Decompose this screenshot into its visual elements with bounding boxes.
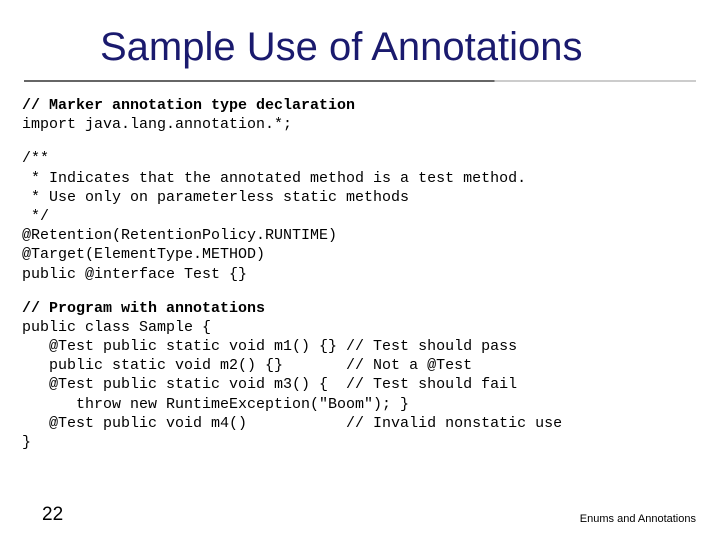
footer-right-text: Enums and Annotations: [580, 513, 696, 525]
code-interface: public @interface Test {}: [22, 265, 698, 284]
code-m1: @Test public static void m1() {} // Test…: [22, 337, 698, 356]
code-retention: @Retention(RetentionPolicy.RUNTIME): [22, 226, 698, 245]
code-m3-throw: throw new RuntimeException("Boom"); }: [22, 395, 698, 414]
code-m3: @Test public static void m3() { // Test …: [22, 375, 698, 394]
code-m2: public static void m2() {} // Not a @Tes…: [22, 356, 698, 375]
code-javadoc-close: */: [22, 207, 698, 226]
code-javadoc-open: /**: [22, 149, 698, 168]
code-javadoc-line1: * Indicates that the annotated method is…: [22, 169, 698, 188]
code-target: @Target(ElementType.METHOD): [22, 245, 698, 264]
code-class-open: public class Sample {: [22, 318, 698, 337]
slide-title: Sample Use of Annotations: [0, 0, 720, 80]
code-comment-program: // Program with annotations: [22, 299, 698, 318]
code-javadoc-line2: * Use only on parameterless static metho…: [22, 188, 698, 207]
code-import: import java.lang.annotation.*;: [22, 115, 698, 134]
code-class-close: }: [22, 433, 698, 452]
code-comment-decl: // Marker annotation type declaration: [22, 96, 698, 115]
page-number: 22: [42, 504, 63, 526]
title-underline: [24, 80, 696, 82]
code-m4: @Test public void m4() // Invalid nonsta…: [22, 414, 698, 433]
code-block: // Marker annotation type declaration im…: [0, 96, 720, 452]
